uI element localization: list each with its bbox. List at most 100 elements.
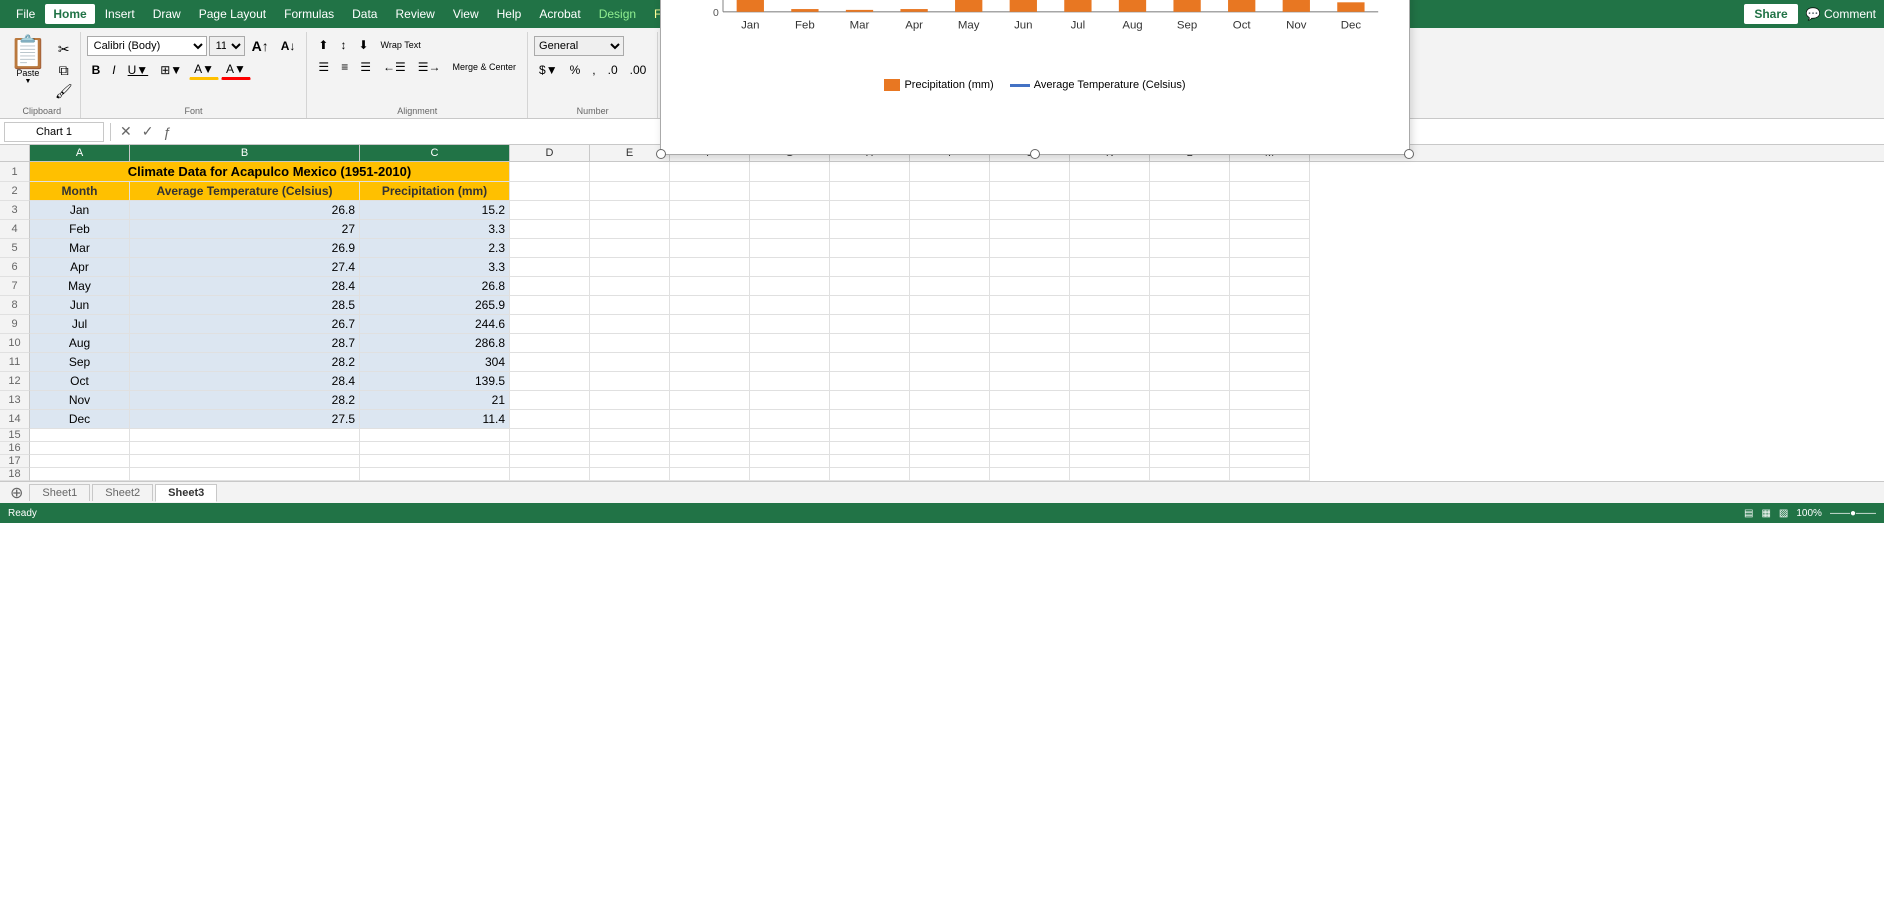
chart-container[interactable]: ✛ 🖌 ⊿ Chart Title 050100150200250300350J… <box>660 0 1410 155</box>
cell-H2[interactable] <box>830 182 910 201</box>
cell-C12[interactable]: 139.5 <box>360 372 510 391</box>
cell-E3[interactable] <box>590 201 670 220</box>
cell-D2[interactable] <box>510 182 590 201</box>
sheet-tab-3[interactable]: Sheet3 <box>155 484 217 502</box>
cell-I13[interactable] <box>910 391 990 410</box>
cell-L16[interactable] <box>1150 442 1230 455</box>
comma-button[interactable]: , <box>587 61 600 79</box>
cell-F2[interactable] <box>670 182 750 201</box>
font-color-button[interactable]: A▼ <box>221 60 251 80</box>
menu-draw[interactable]: Draw <box>145 4 189 24</box>
cell-E12[interactable] <box>590 372 670 391</box>
cell-I17[interactable] <box>910 455 990 468</box>
cell-E7[interactable] <box>590 277 670 296</box>
cell-F17[interactable] <box>670 455 750 468</box>
cell-F8[interactable] <box>670 296 750 315</box>
cell-L7[interactable] <box>1150 277 1230 296</box>
cell-I7[interactable] <box>910 277 990 296</box>
font-size-select[interactable]: 11 <box>209 36 245 56</box>
cell-C7[interactable]: 26.8 <box>360 277 510 296</box>
cell-I16[interactable] <box>910 442 990 455</box>
cell-I1[interactable] <box>910 162 990 182</box>
percent-button[interactable]: % <box>565 61 586 79</box>
cell-L15[interactable] <box>1150 429 1230 442</box>
view-page-break[interactable]: ▨ <box>1779 508 1788 519</box>
cell-L13[interactable] <box>1150 391 1230 410</box>
view-normal[interactable]: ▤ <box>1744 508 1753 519</box>
cell-K14[interactable] <box>1070 410 1150 429</box>
cell-A14[interactable]: Dec <box>30 410 130 429</box>
cell-A7[interactable]: May <box>30 277 130 296</box>
cell-G11[interactable] <box>750 353 830 372</box>
insert-function-icon[interactable]: ƒ <box>160 123 174 141</box>
chart-handle-br[interactable] <box>1404 149 1414 159</box>
cell-M15[interactable] <box>1230 429 1310 442</box>
cell-M5[interactable] <box>1230 239 1310 258</box>
cell-C18[interactable] <box>360 468 510 481</box>
menu-home[interactable]: Home <box>45 4 94 24</box>
menu-file[interactable]: File <box>8 4 43 24</box>
cell-M13[interactable] <box>1230 391 1310 410</box>
cell-D1[interactable] <box>510 162 590 182</box>
confirm-formula-icon[interactable]: ✓ <box>139 122 157 141</box>
cell-G17[interactable] <box>750 455 830 468</box>
col-header-B[interactable]: B <box>130 145 360 161</box>
cell-B2[interactable]: Average Temperature (Celsius) <box>130 182 360 201</box>
cancel-formula-icon[interactable]: ✕ <box>117 122 135 141</box>
cell-H7[interactable] <box>830 277 910 296</box>
cell-E6[interactable] <box>590 258 670 277</box>
cell-A13[interactable]: Nov <box>30 391 130 410</box>
menu-acrobat[interactable]: Acrobat <box>531 4 588 24</box>
cell-M2[interactable] <box>1230 182 1310 201</box>
underline-button[interactable]: U▼ <box>123 61 154 79</box>
cell-J7[interactable] <box>990 277 1070 296</box>
cell-I14[interactable] <box>910 410 990 429</box>
cell-E4[interactable] <box>590 220 670 239</box>
cell-I9[interactable] <box>910 315 990 334</box>
cell-K4[interactable] <box>1070 220 1150 239</box>
italic-button[interactable]: I <box>107 61 120 79</box>
cell-G8[interactable] <box>750 296 830 315</box>
cell-G15[interactable] <box>750 429 830 442</box>
cell-M16[interactable] <box>1230 442 1310 455</box>
cell-H18[interactable] <box>830 468 910 481</box>
cell-F15[interactable] <box>670 429 750 442</box>
cell-H10[interactable] <box>830 334 910 353</box>
cell-H3[interactable] <box>830 201 910 220</box>
cell-E5[interactable] <box>590 239 670 258</box>
cell-A5[interactable]: Mar <box>30 239 130 258</box>
increase-indent-button[interactable]: ☰→ <box>413 58 446 76</box>
cell-K3[interactable] <box>1070 201 1150 220</box>
cell-J13[interactable] <box>990 391 1070 410</box>
cell-E16[interactable] <box>590 442 670 455</box>
add-sheet-button[interactable]: ⊕ <box>4 483 29 503</box>
menu-view[interactable]: View <box>445 4 487 24</box>
cell-E17[interactable] <box>590 455 670 468</box>
cell-F1[interactable] <box>670 162 750 182</box>
name-box[interactable] <box>4 122 104 142</box>
cell-H11[interactable] <box>830 353 910 372</box>
decrease-font-button[interactable]: A↓ <box>276 37 301 55</box>
cell-L5[interactable] <box>1150 239 1230 258</box>
menu-page-layout[interactable]: Page Layout <box>191 4 274 24</box>
cell-E11[interactable] <box>590 353 670 372</box>
cell-D4[interactable] <box>510 220 590 239</box>
cell-E15[interactable] <box>590 429 670 442</box>
cell-L8[interactable] <box>1150 296 1230 315</box>
cell-K12[interactable] <box>1070 372 1150 391</box>
cell-E10[interactable] <box>590 334 670 353</box>
chart-handle-bm[interactable] <box>1030 149 1040 159</box>
cell-J6[interactable] <box>990 258 1070 277</box>
cell-M6[interactable] <box>1230 258 1310 277</box>
cell-H17[interactable] <box>830 455 910 468</box>
cell-M14[interactable] <box>1230 410 1310 429</box>
cell-B5[interactable]: 26.9 <box>130 239 360 258</box>
cell-F10[interactable] <box>670 334 750 353</box>
cell-I4[interactable] <box>910 220 990 239</box>
cell-G16[interactable] <box>750 442 830 455</box>
cell-M18[interactable] <box>1230 468 1310 481</box>
cell-I5[interactable] <box>910 239 990 258</box>
cell-E1[interactable] <box>590 162 670 182</box>
cell-A8[interactable]: Jun <box>30 296 130 315</box>
cell-K13[interactable] <box>1070 391 1150 410</box>
